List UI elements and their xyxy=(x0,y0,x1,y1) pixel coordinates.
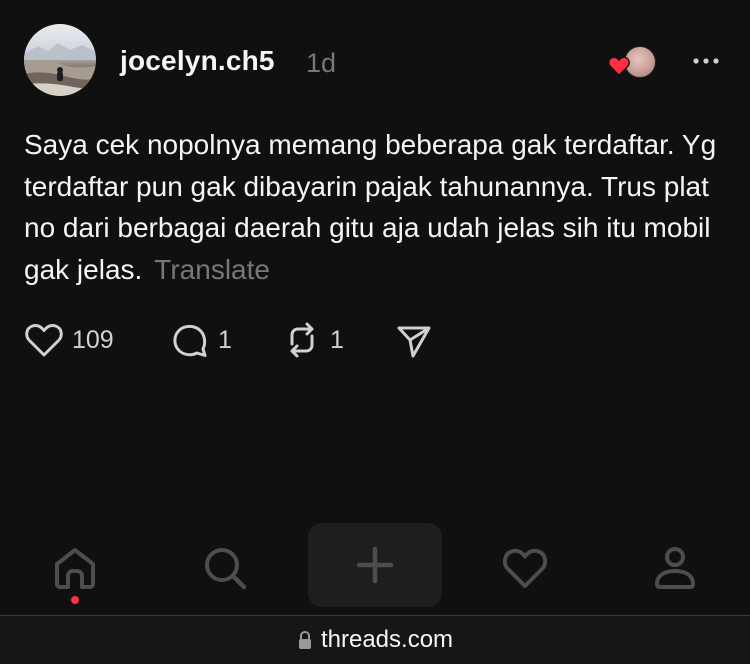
more-options-button[interactable] xyxy=(690,50,722,72)
repost-icon xyxy=(290,322,314,358)
heart-badge-icon xyxy=(608,56,630,76)
like-button[interactable]: 109 xyxy=(24,320,114,360)
repost-button[interactable]: 1 xyxy=(282,320,344,360)
search-icon xyxy=(205,548,247,590)
post-timestamp: 1d xyxy=(306,48,337,78)
tab-activity[interactable] xyxy=(500,543,550,593)
tab-profile[interactable] xyxy=(650,543,700,593)
like-count: 109 xyxy=(72,325,114,354)
heart-icon xyxy=(502,548,548,588)
url-text: threads.com xyxy=(320,626,454,653)
profile-icon xyxy=(655,547,695,589)
home-notification-dot xyxy=(71,596,79,604)
avatar-landscape-image xyxy=(24,43,96,96)
heart-icon xyxy=(25,324,63,357)
thread-post: jocelyn.ch5 1d Saya cek nopolnya memang … xyxy=(0,0,750,515)
share-button[interactable] xyxy=(394,320,434,360)
more-horizontal-icon xyxy=(693,58,719,64)
tab-home[interactable] xyxy=(50,543,100,593)
bottom-tab-bar xyxy=(0,515,750,615)
post-body: Saya cek nopolnya memang beberapa gak te… xyxy=(24,124,724,290)
post-username[interactable]: jocelyn.ch5 xyxy=(120,44,275,78)
liked-by-badge[interactable] xyxy=(606,44,656,80)
browser-url-bar[interactable]: threads.com xyxy=(0,615,750,664)
plus-icon xyxy=(356,546,394,584)
lock-icon xyxy=(298,630,311,649)
tab-search[interactable] xyxy=(200,543,250,593)
translate-link[interactable]: Translate xyxy=(154,254,270,285)
reply-button[interactable]: 1 xyxy=(170,320,232,360)
send-icon xyxy=(397,326,431,358)
tab-create[interactable] xyxy=(308,523,442,607)
user-avatar[interactable] xyxy=(24,24,96,96)
reply-count: 1 xyxy=(218,325,232,354)
repost-count: 1 xyxy=(330,325,344,354)
post-body-text: Saya cek nopolnya memang beberapa gak te… xyxy=(24,129,717,285)
comment-icon xyxy=(173,324,207,357)
home-icon xyxy=(55,548,95,589)
